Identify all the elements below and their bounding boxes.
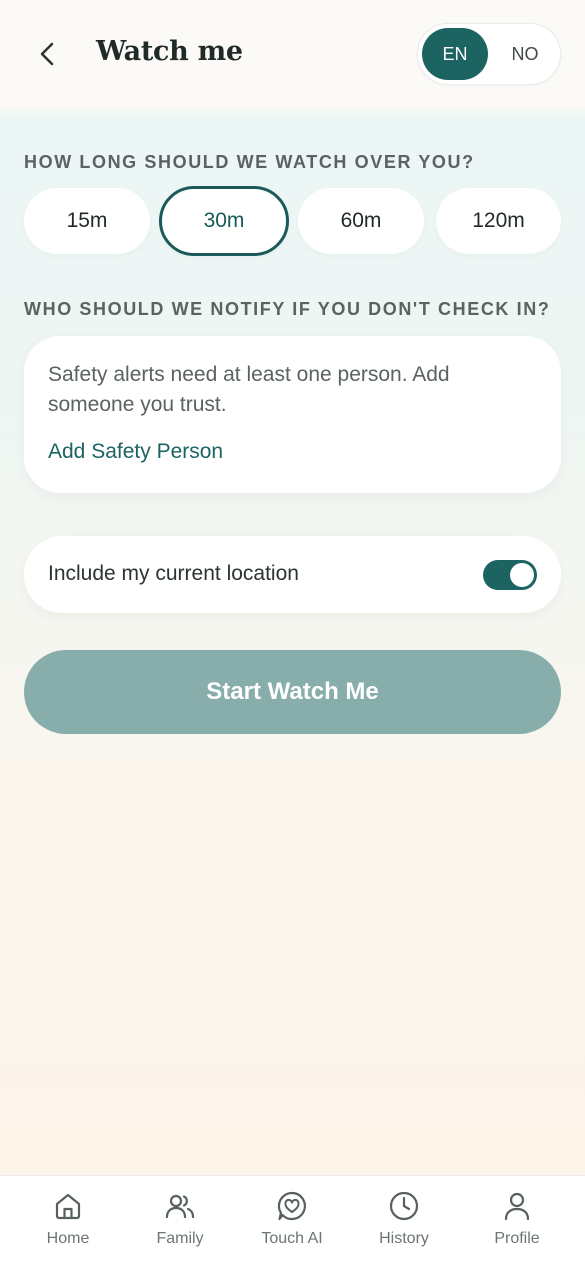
location-label: Include my current location	[48, 562, 299, 585]
page-title: Watch me	[96, 36, 243, 67]
duration-option-120m[interactable]: 120m	[436, 188, 561, 254]
tab-label-profile: Profile	[494, 1230, 540, 1247]
location-setting-card: Include my current location	[24, 536, 561, 613]
duration-section-label: HOW LONG SHOULD WE WATCH OVER YOU?	[24, 152, 475, 172]
tab-label-history: History	[379, 1230, 429, 1247]
language-toggle[interactable]: EN NO	[417, 23, 561, 85]
home-icon	[55, 1193, 81, 1220]
tab-label-family: Family	[156, 1230, 204, 1247]
user-icon	[504, 1192, 530, 1221]
chevron-left-icon	[40, 42, 54, 66]
duration-option-30m[interactable]: 30m	[159, 186, 289, 256]
duration-option-15m[interactable]: 15m	[24, 188, 150, 254]
tab-family[interactable]: Family	[124, 1176, 236, 1266]
add-safety-person-link[interactable]: Add Safety Person	[48, 440, 223, 464]
duration-options: 15m 30m 60m 120m	[24, 186, 561, 256]
family-icon	[165, 1194, 195, 1219]
tab-touch-ai[interactable]: Touch AI	[236, 1176, 348, 1266]
location-toggle[interactable]	[483, 560, 537, 590]
safety-person-card: Safety alerts need at least one person. …	[24, 336, 561, 493]
notify-section-label: WHO SHOULD WE NOTIFY IF YOU DON'T CHECK …	[24, 299, 551, 319]
tab-home[interactable]: Home	[12, 1176, 124, 1266]
toggle-knob	[510, 563, 534, 587]
lang-option-en[interactable]: EN	[422, 28, 488, 80]
app-header: Watch me EN NO	[0, 0, 585, 108]
bottom-tab-bar: Home Family Touch AI History Profile	[0, 1175, 585, 1266]
chat-heart-icon	[277, 1191, 306, 1221]
back-button[interactable]	[28, 34, 68, 74]
duration-option-60m[interactable]: 60m	[298, 188, 424, 254]
tab-profile[interactable]: Profile	[461, 1176, 573, 1266]
tab-history[interactable]: History	[348, 1176, 460, 1266]
clock-icon	[389, 1191, 419, 1221]
tab-label-home: Home	[46, 1230, 90, 1247]
lang-option-no[interactable]: NO	[492, 28, 558, 80]
tab-label-touch-ai: Touch AI	[261, 1230, 323, 1247]
start-watch-me-button[interactable]: Start Watch Me	[24, 650, 561, 734]
safety-alert-message: Safety alerts need at least one person. …	[48, 363, 450, 416]
